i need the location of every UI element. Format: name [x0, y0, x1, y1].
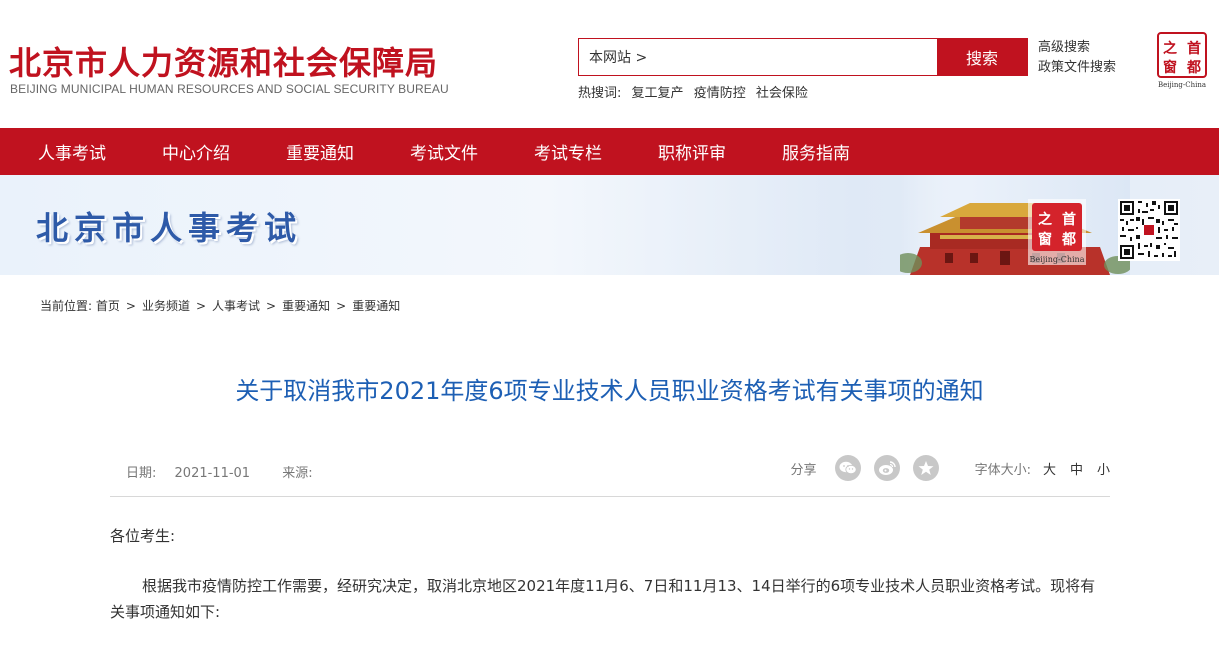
nav-item-exam-column[interactable]: 考试专栏 — [534, 139, 602, 164]
favorite-star-icon[interactable] — [912, 455, 939, 481]
breadcrumb-business-channel[interactable]: 业务频道 — [142, 299, 190, 313]
breadcrumb-personnel-exam[interactable]: 人事考试 — [212, 299, 260, 313]
site-header: 北京市人力资源和社会保障局 BEIJING MUNICIPAL HUMAN RE… — [0, 0, 1219, 128]
share-label: 分享 — [790, 462, 817, 478]
nav-item-center-intro[interactable]: 中心介绍 — [162, 139, 230, 164]
nav-item-important-notices[interactable]: 重要通知 — [286, 139, 354, 164]
breadcrumb-important-notices-current[interactable]: 重要通知 — [352, 299, 400, 313]
nav-item-title-evaluation[interactable]: 职称评审 — [658, 139, 726, 164]
article-greeting: 各位考生: — [110, 527, 176, 545]
seal-char: 都 — [1186, 60, 1201, 76]
seal-caption: Beijing-China — [1030, 255, 1085, 264]
weibo-icon[interactable] — [873, 455, 900, 481]
seal-char: 首 — [1187, 40, 1201, 57]
date-field: 日期: 2021-11-01 — [126, 466, 264, 481]
breadcrumb-important-notices[interactable]: 重要通知 — [282, 299, 330, 313]
share-and-font-controls: 分享 字体大小: 大 中 小 — [791, 455, 1110, 481]
content-panel: 当前位置: 首页 > 业务频道 > 人事考试 > 重要通知 > 重要通知 关于取消我市2021年… — [10, 275, 1209, 646]
tiananmen-illustration — [900, 175, 1130, 275]
policy-search-link[interactable]: 政策文件搜索 — [1038, 58, 1116, 78]
search-box: 搜索 — [578, 38, 1028, 76]
breadcrumb-home[interactable]: 首页 — [96, 299, 120, 313]
advanced-search-link[interactable]: 高级搜索 — [1038, 38, 1116, 58]
hot-word-link[interactable]: 疫情防控 — [694, 86, 746, 101]
breadcrumb-label: 当前位置: — [40, 299, 93, 313]
site-subtitle: BEIJING MUNICIPAL HUMAN RESOURCES AND SO… — [10, 82, 449, 96]
article-paragraph: 根据我市疫情防控工作需要，经研究决定，取消北京地区2021年度11月6、7日和1… — [110, 577, 1096, 621]
nav-item-service-guide[interactable]: 服务指南 — [782, 139, 850, 164]
search-input[interactable] — [579, 39, 937, 75]
banner: 北京市人事考试 之 首 窗 都 Beijing-China — [0, 175, 1219, 275]
hot-word-link[interactable]: 社会保险 — [756, 86, 808, 101]
article-body: 各位考生: 根据我市疫情防控工作需要，经研究决定，取消北京地区2021年度11月… — [110, 523, 1110, 625]
font-size-medium[interactable]: 中 — [1070, 459, 1083, 478]
date-label: 日期: — [126, 466, 157, 481]
seal-char: 窗 — [1038, 231, 1052, 248]
nav-item-personnel-exam[interactable]: 人事考试 — [38, 139, 106, 164]
nav-item-exam-documents[interactable]: 考试文件 — [410, 139, 478, 164]
banner-title: 北京市人事考试 — [36, 209, 303, 247]
seal-char: 首 — [1062, 211, 1076, 228]
seal-char: 之 — [1163, 40, 1177, 57]
search-button[interactable]: 搜索 — [937, 39, 1027, 75]
seal-caption: Beijing-China — [1158, 81, 1206, 89]
capital-window-seal-icon: 之 首 窗 都 Beijing-China — [1028, 199, 1086, 265]
wechat-icon[interactable] — [834, 455, 861, 481]
article-title: 关于取消我市2021年度6项专业技术人员职业资格考试有关事项的通知 — [235, 377, 984, 405]
breadcrumb: 当前位置: 首页 > 业务频道 > 人事考试 > 重要通知 > 重要通知 — [40, 299, 401, 313]
main-nav: 人事考试 中心介绍 重要通知 考试文件 考试专栏 职称评审 服务指南 — [0, 128, 1219, 175]
qr-code-icon — [1118, 199, 1180, 261]
date-value: 2021-11-01 — [174, 466, 251, 481]
advanced-search-links: 高级搜索 政策文件搜索 — [1038, 38, 1116, 78]
font-size-label: 字体大小: — [974, 462, 1031, 478]
article-meta-info: 日期: 2021-11-01 来源: — [126, 462, 327, 481]
capital-window-seal-logo[interactable]: 之 首 窗 都 Beijing-China — [1156, 31, 1208, 89]
hot-words-label: 热搜词: — [578, 86, 622, 101]
seal-char: 之 — [1038, 211, 1052, 228]
hot-words: 热搜词: 复工复产 疫情防控 社会保险 — [578, 82, 808, 101]
source-label: 来源: — [282, 466, 313, 481]
seal-char: 都 — [1061, 232, 1076, 248]
seal-char: 窗 — [1163, 59, 1177, 76]
font-size-small[interactable]: 小 — [1097, 459, 1110, 478]
hot-word-link[interactable]: 复工复产 — [632, 86, 684, 101]
article-meta: 日期: 2021-11-01 来源: 分享 字体大小: 大 中 小 — [110, 453, 1110, 497]
site-title[interactable]: 北京市人力资源和社会保障局 — [9, 38, 438, 84]
font-size-large[interactable]: 大 — [1043, 459, 1056, 478]
